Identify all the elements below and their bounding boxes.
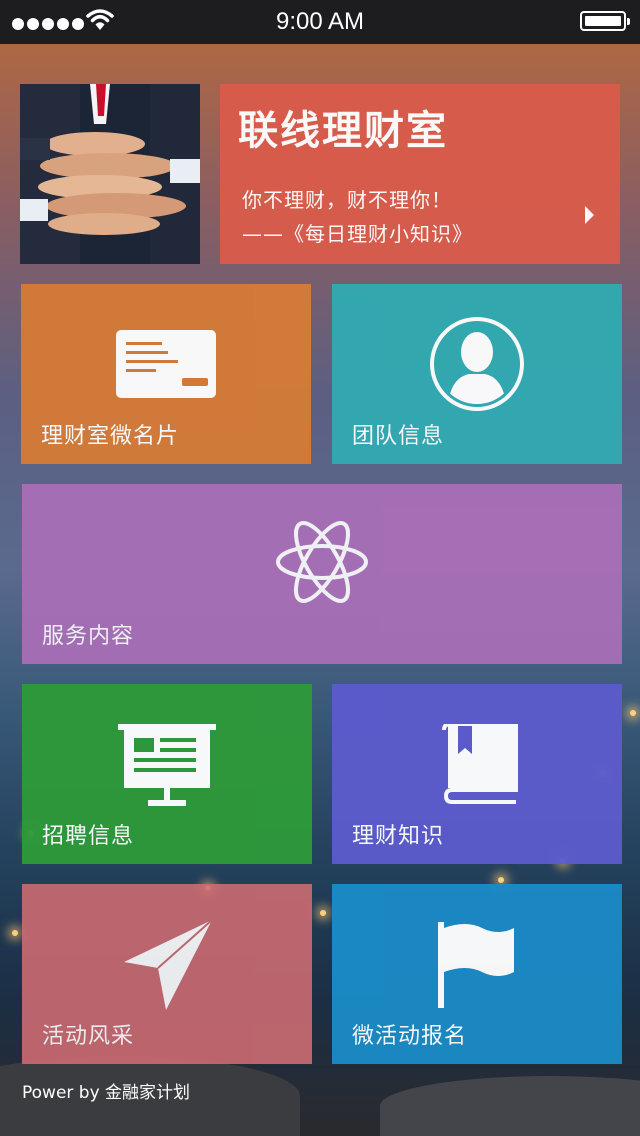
atom-icon [276,512,368,616]
bookmarked-book-icon [438,722,518,808]
tile-label: 服务内容 [42,624,135,649]
tile-team-info[interactable]: 团队信息 [332,284,622,464]
paper-plane-icon [122,918,216,1018]
status-bar: 9:00 AM [0,0,640,44]
banner-slogan: 你不理财，财不理你！ [242,188,452,212]
tile-finance-knowledge[interactable]: 理财知识 [332,684,622,864]
tile-label: 团队信息 [352,424,445,449]
status-time: 9:00 AM [275,8,365,35]
tile-label: 理财知识 [352,824,445,849]
battery-icon [580,11,630,31]
tile-service-content[interactable]: 服务内容 [22,484,622,664]
tile-business-card[interactable]: 理财室微名片 [21,284,311,464]
tile-activity-gallery[interactable]: 活动风采 [22,884,312,1064]
flag-icon [438,922,518,1014]
banner-tile[interactable]: 联线理财室 你不理财，财不理你！ ——《每日理财小知识》 [220,84,620,264]
tile-label: 微活动报名 [352,1024,468,1049]
person-avatar-icon [429,316,525,416]
business-card-icon [116,330,216,402]
tile-label: 活动风采 [42,1024,135,1049]
banner-subtitle: ——《每日理财小知识》 [242,222,473,246]
team-hands-photo [20,84,200,264]
tile-event-signup[interactable]: 微活动报名 [332,884,622,1064]
footer-powered-by: Power by 金融家计划 [22,1083,191,1103]
tile-recruitment[interactable]: 招聘信息 [22,684,312,864]
presentation-board-icon [118,724,216,810]
tile-label: 理财室微名片 [41,424,180,449]
tile-label: 招聘信息 [42,824,135,849]
banner-title: 联线理财室 [238,108,448,154]
arrow-right-icon[interactable] [585,206,594,224]
